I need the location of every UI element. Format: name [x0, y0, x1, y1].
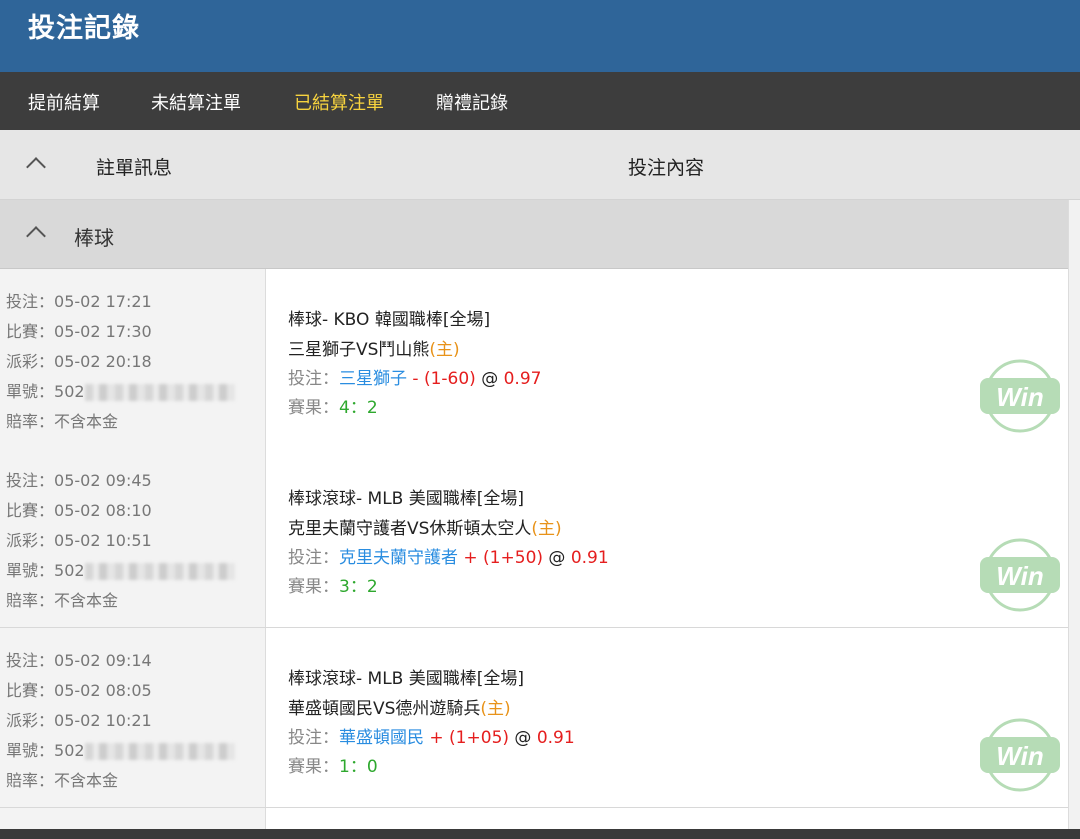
match-name: 華盛頓國民VS德州遊騎兵(主) [288, 699, 511, 719]
section-header-baseball[interactable] [0, 200, 1068, 269]
odds-type: 賠率：不含本金 [6, 591, 119, 610]
league-name: 棒球滾球- MLB 美國職棒[全場] [288, 489, 525, 509]
tab-early-settlement[interactable]: 提前結算 [28, 89, 100, 115]
home-tag: (主) [480, 699, 511, 719]
match-time: 比賽：05-02 08:10 [6, 501, 152, 520]
win-badge-icon: Win [978, 359, 1062, 433]
match-time: 比賽：05-02 17:30 [6, 322, 152, 341]
league-name: 棒球滾球- MLB 美國職棒[全場] [288, 669, 525, 689]
tab-bar: 提前結算 未結算注單 已結算注單 贈禮記錄 [0, 72, 1080, 130]
win-badge-icon: Win [978, 718, 1062, 792]
pick-team: 三星獅子 [339, 369, 407, 389]
bet-time: 投注：05-02 09:45 [6, 471, 152, 490]
match-name: 克里夫蘭守護者VS休斯頓太空人(主) [288, 519, 562, 539]
list-item-partial [0, 808, 1068, 829]
bet-selection: 投注：三星獅子 - (1-60) @ 0.97 [288, 369, 542, 389]
win-badge-text: Win [996, 561, 1043, 591]
odds-value: 0.91 [570, 548, 609, 568]
odds-value: 0.97 [503, 369, 542, 389]
match-name: 三星獅子VS鬥山熊(主) [288, 340, 460, 360]
pick-team: 克里夫蘭守護者 [339, 548, 458, 568]
match-result: 賽果：1：0 [288, 757, 378, 777]
bet-info-panel: 投注：05-02 09:14 比賽：05-02 08:05 派彩：05-02 10:… [0, 628, 266, 807]
payout-time: 派彩：05-02 10:21 [6, 711, 152, 730]
score: 1：0 [339, 757, 378, 777]
ticket-number-redacted [84, 743, 235, 760]
pick-team: 華盛頓國民 [339, 728, 424, 748]
ticket-number: 單號：502 [6, 737, 235, 761]
home-tag: (主) [429, 340, 460, 360]
payout-time: 派彩：05-02 10:51 [6, 531, 152, 550]
scrollbar-track[interactable] [1068, 200, 1080, 830]
odds-type: 賠率：不含本金 [6, 771, 119, 790]
bet-time: 投注：05-02 17:21 [6, 292, 152, 311]
tab-unsettled-bets[interactable]: 未結算注單 [151, 89, 241, 115]
ticket-number-redacted [84, 563, 235, 580]
handicap: - (1-60) [412, 369, 476, 389]
bet-selection: 投注：華盛頓國民 + (1+05) @ 0.91 [288, 728, 575, 748]
win-badge-text: Win [996, 382, 1043, 412]
match-time: 比賽：05-02 08:05 [6, 681, 152, 700]
bet-info-panel: 投注：05-02 17:21 比賽：05-02 17:30 派彩：05-02 20:… [0, 269, 266, 448]
ticket-number: 單號：502 [6, 378, 235, 402]
bet-time: 投注：05-02 09:14 [6, 651, 152, 670]
bet-selection: 投注：克里夫蘭守護者 + (1+50) @ 0.91 [288, 548, 609, 568]
table-row: 投注：05-02 17:21 比賽：05-02 17:30 派彩：05-02 20:… [0, 269, 1068, 449]
bet-info-panel [0, 808, 266, 829]
odds-type: 賠率：不含本金 [6, 412, 119, 431]
column-header-content: 投注內容 [628, 157, 705, 179]
home-tag: (主) [531, 519, 562, 539]
league-name: 棒球- KBO 韓國職棒[全場] [288, 310, 491, 330]
bottom-bar [0, 829, 1080, 839]
section-label: 棒球 [74, 226, 114, 250]
handicap: + (1+50) [463, 548, 544, 568]
win-badge-icon: Win [978, 538, 1062, 612]
handicap: + (1+05) [429, 728, 510, 748]
page-header: 投注記錄 [0, 0, 1080, 72]
score: 3：2 [339, 577, 378, 597]
tab-gift-records[interactable]: 贈禮記錄 [436, 89, 508, 115]
table-row: 投注：05-02 09:14 比賽：05-02 08:05 派彩：05-02 10:… [0, 628, 1068, 808]
ticket-number: 單號：502 [6, 557, 235, 581]
odds-value: 0.91 [536, 728, 575, 748]
payout-time: 派彩：05-02 20:18 [6, 352, 152, 371]
tab-settled-bets[interactable]: 已結算注單 [294, 89, 384, 115]
match-result: 賽果：4：2 [288, 398, 378, 418]
match-result: 賽果：3：2 [288, 577, 378, 597]
column-header-info: 註單訊息 [96, 157, 173, 179]
ticket-number-redacted [84, 384, 235, 401]
score: 4：2 [339, 398, 378, 418]
page-title: 投注記錄 [28, 13, 140, 44]
table-row: 投注：05-02 09:45 比賽：05-02 08:10 派彩：05-02 10:… [0, 448, 1068, 628]
win-badge-text: Win [996, 741, 1043, 771]
bet-info-panel: 投注：05-02 09:45 比賽：05-02 08:10 派彩：05-02 10:… [0, 448, 266, 627]
